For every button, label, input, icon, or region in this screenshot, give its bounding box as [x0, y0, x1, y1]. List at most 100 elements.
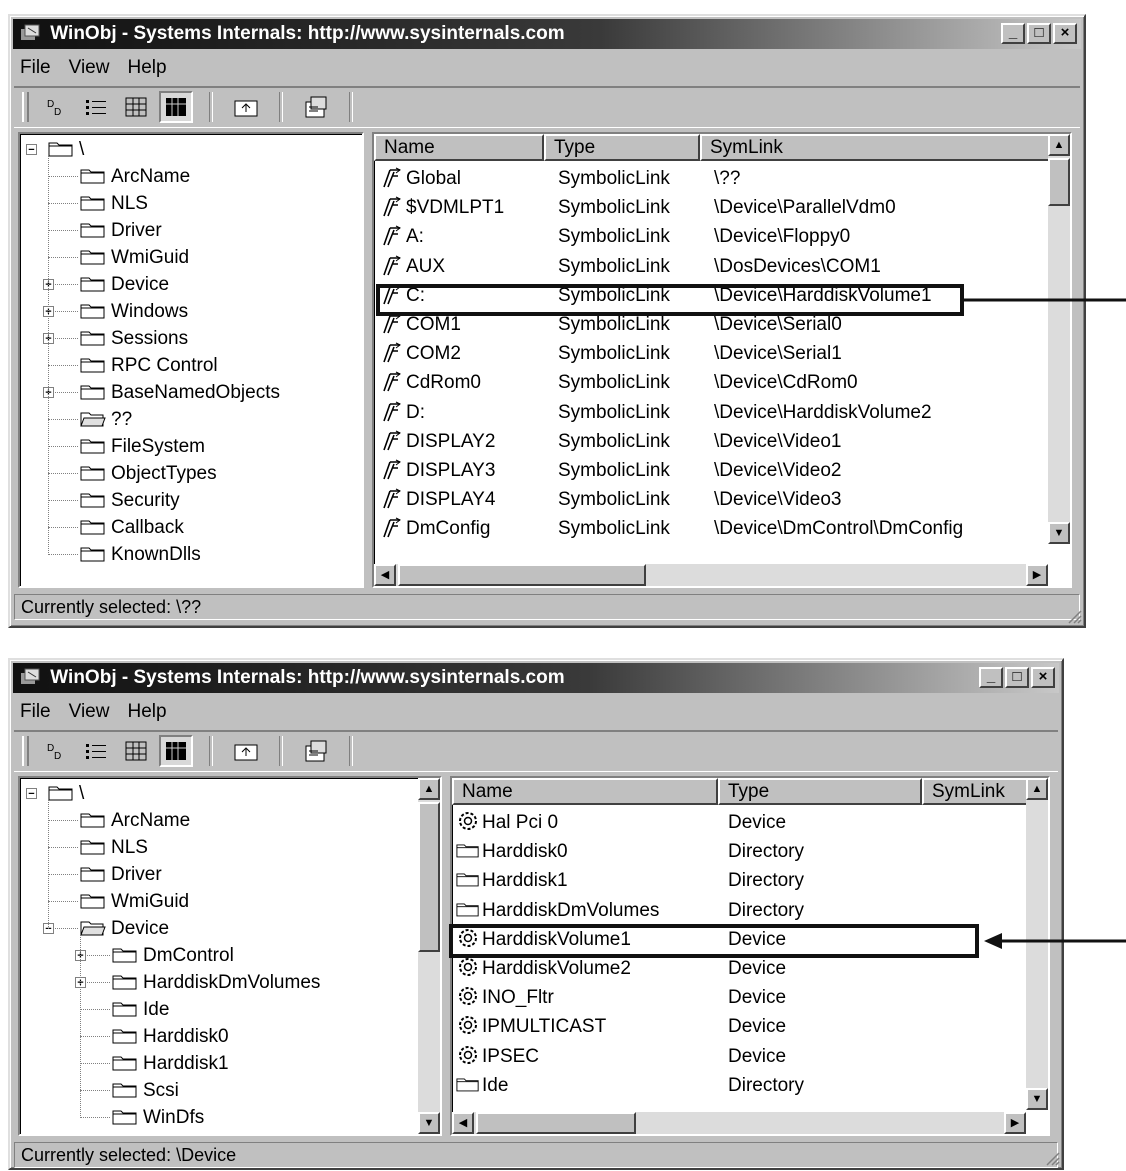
tree-item[interactable]: Windows — [80, 298, 188, 325]
tree-item[interactable]: WmiGuid — [80, 888, 189, 915]
tree-item[interactable]: RPC Control — [80, 352, 218, 379]
tree-item[interactable]: Driver — [80, 861, 162, 888]
scroll-thumb[interactable] — [418, 802, 440, 952]
scroll-up-button[interactable]: ▲ — [1048, 134, 1070, 156]
tree-item[interactable]: WmiGuid — [80, 244, 189, 271]
scroll-down-button[interactable]: ▼ — [1048, 522, 1070, 544]
table-row[interactable]: IPMULTICAST Device — [452, 1012, 1048, 1041]
horizontal-scrollbar[interactable]: ◀ ▶ — [374, 564, 1048, 586]
tree-item[interactable]: WinDfs — [112, 1104, 204, 1131]
list-view-button[interactable] — [79, 91, 113, 123]
small-icons-view-button[interactable]: DD — [39, 735, 73, 767]
list-view-button[interactable] — [79, 735, 113, 767]
scroll-down-button[interactable]: ▼ — [1026, 1088, 1048, 1110]
menu-file[interactable]: File — [20, 54, 51, 82]
table-row[interactable]: AUX SymbolicLink \DosDevices\COM1 — [374, 252, 1070, 281]
tree-item[interactable]: BaseNamedObjects — [80, 379, 280, 406]
scroll-right-button[interactable]: ▶ — [1026, 564, 1048, 586]
tree-item[interactable]: Sessions — [80, 325, 188, 352]
title-bar[interactable]: WinObj - Systems Internals: http://www.s… — [13, 19, 1081, 49]
menu-help[interactable]: Help — [127, 698, 166, 726]
table-row[interactable]: A: SymbolicLink \Device\Floppy0 — [374, 222, 1070, 251]
table-row[interactable]: Hal Pci 0 Device — [452, 808, 1048, 837]
scroll-up-button[interactable]: ▲ — [1026, 778, 1048, 800]
tree-item[interactable]: Harddisk0 — [112, 1023, 229, 1050]
tree-item[interactable]: \ — [48, 780, 84, 807]
tree-item[interactable]: \ — [48, 136, 84, 163]
properties-button[interactable] — [299, 91, 333, 123]
column-header-symlink[interactable]: SymLink — [700, 134, 1050, 161]
menu-file[interactable]: File — [20, 698, 51, 726]
list-pane[interactable]: Name Type SymLink Global SymbolicLink \?? $… — [372, 132, 1072, 588]
maximize-button[interactable]: □ — [1005, 667, 1029, 688]
horizontal-scrollbar[interactable]: ◀ ▶ — [452, 1112, 1026, 1134]
collapse-icon[interactable]: − — [26, 144, 37, 156]
menu-view[interactable]: View — [69, 698, 110, 726]
menu-view[interactable]: View — [69, 54, 110, 82]
scroll-down-button[interactable]: ▼ — [418, 1112, 440, 1134]
tree-item[interactable]: FileSystem — [80, 433, 205, 460]
up-folder-button[interactable] — [229, 735, 263, 767]
column-header-name[interactable]: Name — [374, 134, 544, 161]
tree-item[interactable]: DmControl — [112, 942, 234, 969]
up-folder-button[interactable] — [229, 91, 263, 123]
hscroll-thumb[interactable] — [476, 1112, 636, 1134]
title-bar[interactable]: WinObj - Systems Internals: http://www.s… — [13, 663, 1059, 693]
table-row[interactable]: CdRom0 SymbolicLink \Device\CdRom0 — [374, 368, 1070, 397]
close-button[interactable]: × — [1031, 667, 1055, 688]
table-row[interactable]: HarddiskVolume2 Device — [452, 954, 1048, 983]
large-details-view-button[interactable] — [159, 91, 193, 123]
tree-item[interactable]: NLS — [80, 190, 148, 217]
table-row[interactable]: $VDMLPT1 SymbolicLink \Device\ParallelVdm0 — [374, 193, 1070, 222]
tree-item[interactable]: Device — [80, 915, 169, 942]
table-row[interactable]: Ide Directory — [452, 1071, 1048, 1100]
table-row[interactable]: COM2 SymbolicLink \Device\Serial1 — [374, 339, 1070, 368]
resize-grip-icon[interactable] — [1044, 1150, 1060, 1166]
scroll-left-button[interactable]: ◀ — [452, 1112, 474, 1134]
tree-item[interactable]: Callback — [80, 514, 184, 541]
table-row[interactable]: HarddiskDmVolumes Directory — [452, 896, 1048, 925]
table-row[interactable]: Harddisk0 Directory — [452, 837, 1048, 866]
vertical-scrollbar[interactable]: ▲ ▼ — [1048, 134, 1070, 544]
table-row[interactable]: Harddisk1 Directory — [452, 866, 1048, 895]
tree-pane[interactable]: \ − ArcName NLS Driver WmiGuid Device + Windows +… — [18, 132, 364, 588]
collapse-icon[interactable]: − — [26, 788, 37, 800]
table-row[interactable]: Global SymbolicLink \?? — [374, 164, 1070, 193]
minimize-button[interactable]: _ — [1001, 23, 1025, 44]
tree-item[interactable]: Security — [80, 487, 180, 514]
tree-item[interactable]: Device — [80, 271, 169, 298]
scroll-up-button[interactable]: ▲ — [418, 778, 440, 800]
properties-button[interactable] — [299, 735, 333, 767]
tree-item[interactable]: ?? — [80, 406, 132, 433]
table-row[interactable]: IPSEC Device — [452, 1042, 1048, 1071]
tree-item[interactable]: ArcName — [80, 163, 190, 190]
table-row[interactable]: INO_Fltr Device — [452, 983, 1048, 1012]
menu-help[interactable]: Help — [127, 54, 166, 82]
tree-item[interactable]: Driver — [80, 217, 162, 244]
column-header-type[interactable]: Type — [544, 134, 700, 161]
large-details-view-button[interactable] — [159, 735, 193, 767]
minimize-button[interactable]: _ — [979, 667, 1003, 688]
details-view-button[interactable] — [119, 91, 153, 123]
resize-grip-icon[interactable] — [1066, 608, 1082, 624]
table-row[interactable]: DmConfig SymbolicLink \Device\DmControl\Dm… — [374, 514, 1070, 543]
tree-item[interactable]: Harddisk1 — [112, 1050, 229, 1077]
tree-pane[interactable]: ▲ ▼ \ − ArcName NLS Driver WmiGuid Device − DmCo… — [18, 776, 442, 1136]
scroll-left-button[interactable]: ◀ — [374, 564, 396, 586]
tree-item[interactable]: Ide — [112, 996, 169, 1023]
scroll-right-button[interactable]: ▶ — [1004, 1112, 1026, 1134]
hscroll-thumb[interactable] — [398, 564, 646, 586]
tree-item[interactable]: NLS — [80, 834, 148, 861]
table-row[interactable]: D: SymbolicLink \Device\HarddiskVolume2 — [374, 398, 1070, 427]
tree-item[interactable]: Scsi — [112, 1077, 179, 1104]
tree-item[interactable]: ArcName — [80, 807, 190, 834]
maximize-button[interactable]: □ — [1027, 23, 1051, 44]
table-row[interactable]: DISPLAY2 SymbolicLink \Device\Video1 — [374, 427, 1070, 456]
column-header-name[interactable]: Name — [452, 778, 718, 805]
table-row[interactable]: DISPLAY4 SymbolicLink \Device\Video3 — [374, 485, 1070, 514]
small-icons-view-button[interactable]: DD — [39, 91, 73, 123]
tree-item[interactable]: ObjectTypes — [80, 460, 217, 487]
table-row[interactable]: DISPLAY3 SymbolicLink \Device\Video2 — [374, 456, 1070, 485]
column-header-type[interactable]: Type — [718, 778, 922, 805]
tree-item[interactable]: KnownDlls — [80, 541, 201, 568]
